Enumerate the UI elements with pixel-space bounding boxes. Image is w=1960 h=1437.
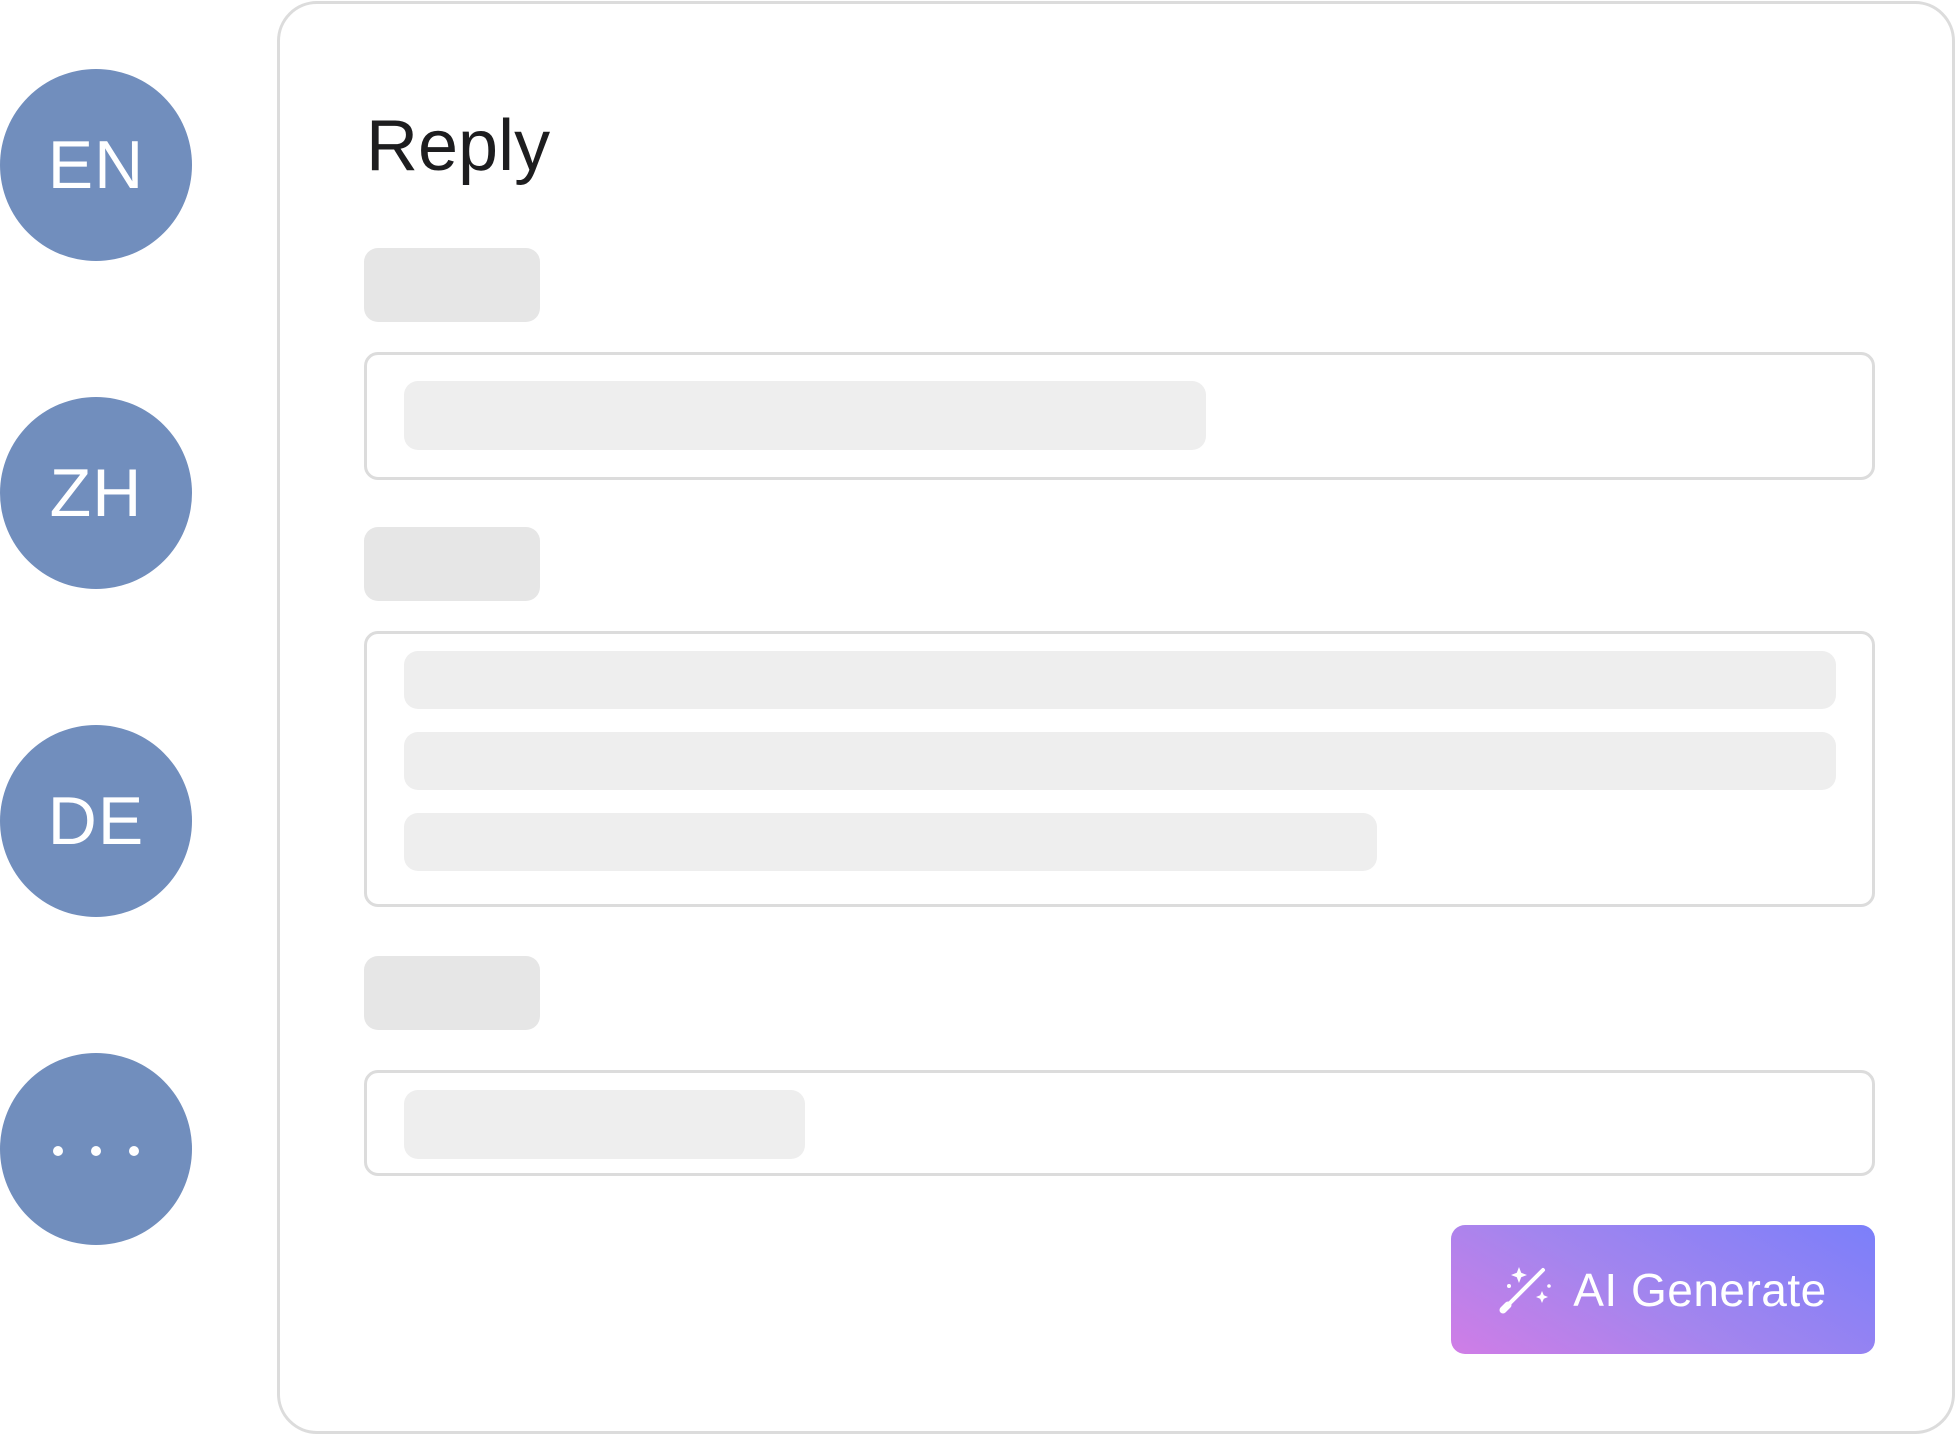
reply-card: Reply AI Generate: [277, 1, 1955, 1434]
text-line-placeholder: [404, 651, 1836, 709]
more-languages-button[interactable]: [0, 1053, 192, 1245]
language-button-zh[interactable]: ZH: [0, 397, 192, 589]
language-button-en[interactable]: EN: [0, 69, 192, 261]
text-line-placeholder: [404, 732, 1836, 790]
reply-title: Reply: [366, 106, 551, 186]
field-label-placeholder-2: [364, 527, 540, 601]
reply-field-3[interactable]: [364, 1070, 1875, 1176]
dot: [129, 1146, 139, 1156]
field-label-placeholder-3: [364, 956, 540, 1030]
ai-generate-label: AI Generate: [1573, 1263, 1827, 1316]
language-code-en: EN: [47, 127, 145, 203]
dot: [53, 1146, 63, 1156]
text-line-placeholder: [404, 813, 1377, 871]
magic-wand-sparkles-icon: [1499, 1266, 1552, 1313]
language-button-de[interactable]: DE: [0, 725, 192, 917]
language-code-zh: ZH: [49, 455, 143, 531]
language-code-de: DE: [47, 783, 145, 859]
field-label-placeholder-1: [364, 248, 540, 322]
text-line-placeholder: [404, 381, 1206, 450]
text-line-placeholder: [404, 1090, 805, 1159]
reply-field-1[interactable]: [364, 352, 1875, 480]
language-rail: EN ZH DE: [0, 0, 200, 1437]
dot: [91, 1146, 101, 1156]
ai-generate-button[interactable]: AI Generate: [1451, 1225, 1875, 1354]
reply-field-2[interactable]: [364, 631, 1875, 907]
more-dots-icon: [53, 1146, 139, 1156]
